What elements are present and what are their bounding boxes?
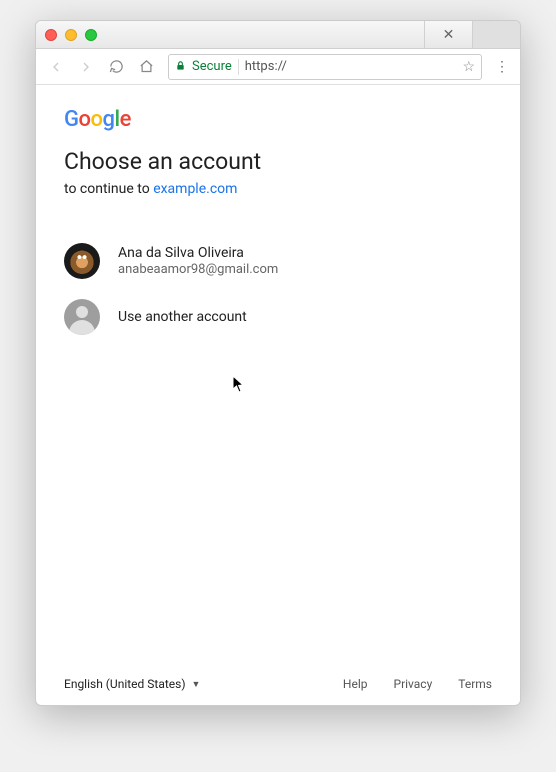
titlebar: ✕ — [36, 21, 520, 49]
close-icon: ✕ — [443, 27, 455, 43]
google-logo: Google — [64, 107, 492, 132]
browser-menu-button[interactable]: ⋮ — [490, 59, 514, 75]
new-tab-button[interactable] — [472, 21, 520, 48]
home-button[interactable] — [132, 53, 160, 81]
subheading-prefix: to continue to — [64, 181, 153, 197]
use-another-account[interactable]: Use another account — [64, 289, 492, 345]
account-name: Ana da Silva Oliveira — [118, 245, 278, 261]
page-heading: Choose an account — [64, 148, 492, 175]
address-bar[interactable]: Secure https:// ☆ — [168, 54, 482, 80]
bookmark-star-icon[interactable]: ☆ — [462, 59, 475, 75]
back-button[interactable] — [42, 53, 70, 81]
secure-label: Secure — [192, 59, 232, 74]
privacy-link[interactable]: Privacy — [394, 677, 433, 691]
chevron-down-icon: ▼ — [192, 679, 201, 690]
avatar — [64, 243, 100, 279]
close-window-button[interactable] — [45, 29, 57, 41]
account-option[interactable]: Ana da Silva Oliveira anabeaamor98@gmail… — [64, 233, 492, 289]
forward-button[interactable] — [72, 53, 100, 81]
browser-window: ✕ Secure https:// ☆ ⋮ Goog — [35, 20, 521, 706]
reload-button[interactable] — [102, 53, 130, 81]
account-email: anabeaamor98@gmail.com — [118, 262, 278, 277]
language-selector[interactable]: English (United States) ▼ — [64, 677, 200, 691]
maximize-window-button[interactable] — [85, 29, 97, 41]
terms-link[interactable]: Terms — [458, 677, 492, 691]
help-link[interactable]: Help — [343, 677, 368, 691]
language-label: English (United States) — [64, 677, 186, 691]
minimize-window-button[interactable] — [65, 29, 77, 41]
tab-close-button[interactable]: ✕ — [424, 21, 472, 48]
person-icon — [64, 299, 100, 335]
window-controls — [45, 29, 97, 41]
browser-toolbar: Secure https:// ☆ ⋮ — [36, 49, 520, 85]
lock-icon — [175, 60, 186, 74]
page-content: Google Choose an account to continue to … — [36, 85, 520, 705]
separator — [238, 59, 239, 75]
use-another-label: Use another account — [118, 309, 247, 325]
continue-to-link[interactable]: example.com — [153, 181, 237, 197]
page-subheading: to continue to example.com — [64, 181, 492, 197]
url-text: https:// — [245, 59, 287, 74]
footer: English (United States) ▼ Help Privacy T… — [64, 667, 492, 705]
